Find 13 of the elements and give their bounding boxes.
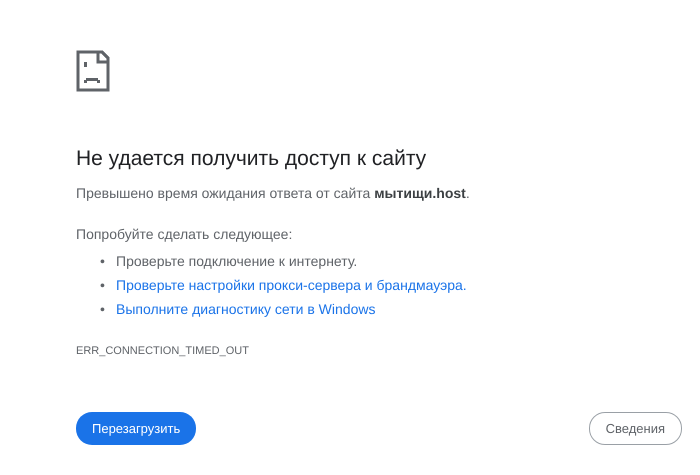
error-message: Превышено время ожидания ответа от сайта мытищи.host. — [76, 184, 471, 204]
suggestion-link[interactable]: Выполните диагностику сети в Windows — [116, 301, 376, 318]
reload-button[interactable]: Перезагрузить — [76, 412, 196, 446]
broken-page-icon — [76, 50, 110, 92]
suggestions-intro: Попробуйте сделать следующее: — [76, 225, 294, 244]
details-button[interactable]: Сведения — [588, 412, 682, 446]
error-code: ERR_CONNECTION_TIMED_OUT — [76, 344, 250, 360]
bullet: • — [100, 252, 106, 272]
bullet: • — [100, 276, 106, 296]
error-heading: Не удается получить доступ к сайту — [76, 146, 428, 172]
suggestion-text: Проверьте подключение к интернету. — [116, 253, 358, 270]
bullet: • — [100, 300, 106, 320]
suggestion-link[interactable]: Проверьте настройки прокси-сервера и брандмауэра. — [116, 277, 467, 294]
